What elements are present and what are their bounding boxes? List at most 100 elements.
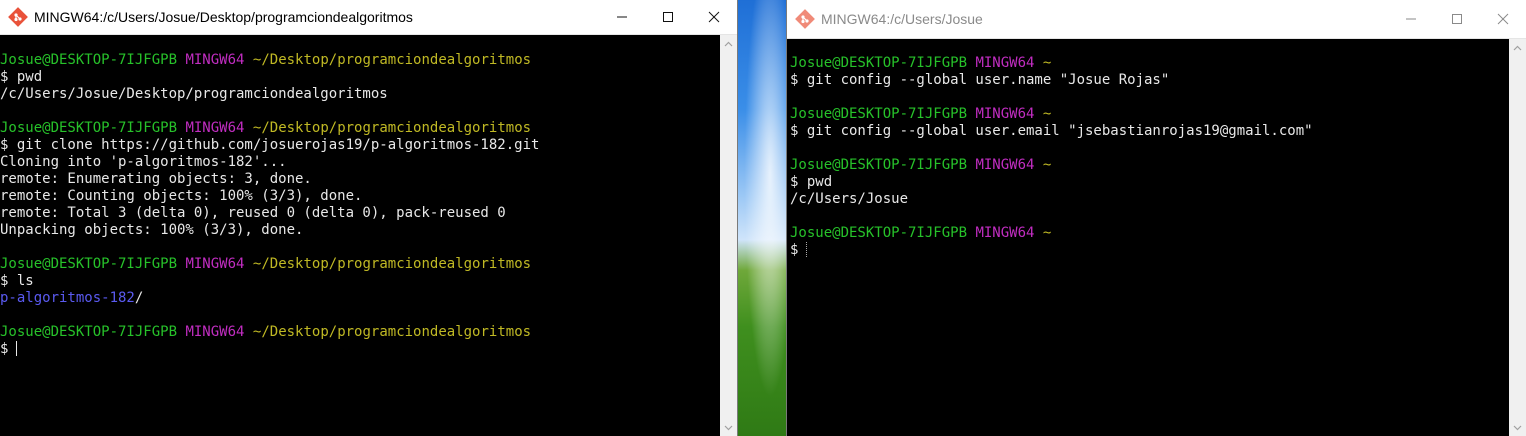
prompt-user: Josue@DESKTOP-7IJFGPB [0, 52, 178, 68]
git-bash-icon [8, 7, 28, 27]
scroll-down-button[interactable] [720, 419, 737, 436]
prompt-host: MINGW64 [975, 157, 1035, 173]
prompt-path: ~/Desktop/programciondealgoritmos [252, 120, 532, 136]
prompt-path: ~ [1042, 55, 1052, 71]
input-line: $ [790, 242, 1510, 259]
minimize-icon [617, 16, 627, 18]
prompt-host: MINGW64 [185, 120, 245, 136]
output-line: $ ls [0, 273, 721, 290]
directory-suffix: / [134, 290, 144, 306]
output-text: $ pwd [790, 174, 833, 190]
prompt-path: ~ [1042, 106, 1052, 122]
maximize-button[interactable] [1434, 0, 1480, 38]
terminal-window-right[interactable]: MINGW64:/c/Users/Josue Josue@DESKTOP-7IJ… [786, 0, 1526, 436]
prompt-host: MINGW64 [975, 225, 1035, 241]
close-button[interactable] [691, 0, 737, 34]
output-text: /c/Users/Josue [790, 191, 909, 207]
prompt-symbol: $ [790, 242, 799, 258]
prompt-line: Josue@DESKTOP-7IJFGPB MINGW64 ~ [790, 106, 1510, 123]
output-line: Cloning into 'p-algoritmos-182'... [0, 154, 721, 171]
scroll-up-button[interactable] [720, 35, 737, 52]
maximize-button[interactable] [645, 0, 691, 34]
git-bash-icon [795, 9, 815, 29]
prompt-host: MINGW64 [185, 256, 245, 272]
scroll-up-button[interactable] [1509, 39, 1526, 56]
scrollbar[interactable] [1509, 39, 1526, 436]
prompt-host: MINGW64 [975, 106, 1035, 122]
output-text: /c/Users/Josue/Desktop/programciondealgo… [0, 86, 388, 102]
prompt-user: Josue@DESKTOP-7IJFGPB [0, 324, 178, 340]
prompt-line: Josue@DESKTOP-7IJFGPB MINGW64 ~/Desktop/… [0, 52, 721, 69]
output-line: remote: Total 3 (delta 0), reused 0 (del… [0, 205, 721, 222]
prompt-line: Josue@DESKTOP-7IJFGPB MINGW64 ~/Desktop/… [0, 324, 721, 341]
prompt-path: ~ [1042, 157, 1052, 173]
prompt-user: Josue@DESKTOP-7IJFGPB [790, 225, 968, 241]
output-text: Unpacking objects: 100% (3/3), done. [0, 222, 304, 238]
minimize-button[interactable] [1388, 0, 1434, 38]
output-text: Cloning into 'p-algoritmos-182'... [0, 154, 287, 170]
prompt-line: Josue@DESKTOP-7IJFGPB MINGW64 ~ [790, 55, 1510, 72]
output-text: $ git config --global user.email "jsebas… [790, 123, 1313, 139]
close-icon [1497, 13, 1509, 25]
output-line: $ git config --global user.email "jsebas… [790, 123, 1510, 140]
scrollbar[interactable] [720, 35, 737, 436]
terminal-output[interactable]: Josue@DESKTOP-7IJFGPB MINGW64 ~ $ git con… [790, 55, 1510, 436]
prompt-path: ~ [1042, 225, 1052, 241]
text-cursor [16, 341, 18, 356]
chevron-down-icon [1513, 425, 1522, 430]
prompt-line: Josue@DESKTOP-7IJFGPB MINGW64 ~/Desktop/… [0, 256, 721, 273]
prompt-user: Josue@DESKTOP-7IJFGPB [790, 55, 968, 71]
input-line: $ [0, 341, 721, 358]
prompt-path: ~/Desktop/programciondealgoritmos [252, 324, 532, 340]
close-icon [708, 11, 720, 23]
output-line: remote: Counting objects: 100% (3/3), do… [0, 188, 721, 205]
output-text: remote: Enumerating objects: 3, done. [0, 171, 312, 187]
maximize-icon [663, 12, 673, 22]
output-line: remote: Enumerating objects: 3, done. [0, 171, 721, 188]
terminal-window-left[interactable]: MINGW64:/c/Users/Josue/Desktop/programci… [0, 0, 738, 436]
chevron-up-icon [724, 41, 733, 46]
prompt-user: Josue@DESKTOP-7IJFGPB [790, 157, 968, 173]
prompt-line: Josue@DESKTOP-7IJFGPB MINGW64 ~ [790, 225, 1510, 242]
prompt-line: Josue@DESKTOP-7IJFGPB MINGW64 ~ [790, 157, 1510, 174]
output-text: $ git config --global user.name "Josue R… [790, 72, 1170, 88]
output-line: /c/Users/Josue/Desktop/programciondealgo… [0, 86, 721, 103]
output-text: $ ls [0, 273, 34, 289]
maximize-icon [1452, 14, 1462, 24]
prompt-user: Josue@DESKTOP-7IJFGPB [0, 256, 178, 272]
output-line: /c/Users/Josue [790, 191, 1510, 208]
title-bar[interactable]: MINGW64:/c/Users/Josue [787, 0, 1526, 39]
chevron-up-icon [1513, 45, 1522, 50]
text-cursor [806, 242, 808, 257]
directory-name: p-algoritmos-182 [0, 290, 135, 306]
output-line: $ git clone https://github.com/josueroja… [0, 137, 721, 154]
output-text: $ pwd [0, 69, 43, 85]
close-button[interactable] [1480, 0, 1526, 38]
scroll-down-button[interactable] [1509, 419, 1526, 436]
chevron-down-icon [724, 425, 733, 430]
prompt-user: Josue@DESKTOP-7IJFGPB [790, 106, 968, 122]
prompt-user: Josue@DESKTOP-7IJFGPB [0, 120, 178, 136]
output-text: remote: Total 3 (delta 0), reused 0 (del… [0, 205, 506, 221]
window-title: MINGW64:/c/Users/Josue [821, 11, 983, 27]
prompt-host: MINGW64 [185, 324, 245, 340]
output-text: $ git clone https://github.com/josueroja… [0, 137, 540, 153]
terminal-output[interactable]: Josue@DESKTOP-7IJFGPB MINGW64 ~/Desktop/… [0, 52, 721, 436]
directory-listing: p-algoritmos-182/ [0, 290, 721, 307]
window-title: MINGW64:/c/Users/Josue/Desktop/programci… [34, 9, 413, 25]
minimize-button[interactable] [599, 0, 645, 34]
output-line: $ git config --global user.name "Josue R… [790, 72, 1510, 89]
prompt-path: ~/Desktop/programciondealgoritmos [252, 256, 532, 272]
output-line: Unpacking objects: 100% (3/3), done. [0, 222, 721, 239]
prompt-symbol: $ [0, 341, 9, 357]
output-text: remote: Counting objects: 100% (3/3), do… [0, 188, 363, 204]
output-line: $ pwd [790, 174, 1510, 191]
title-bar[interactable]: MINGW64:/c/Users/Josue/Desktop/programci… [0, 0, 737, 35]
prompt-host: MINGW64 [185, 52, 245, 68]
